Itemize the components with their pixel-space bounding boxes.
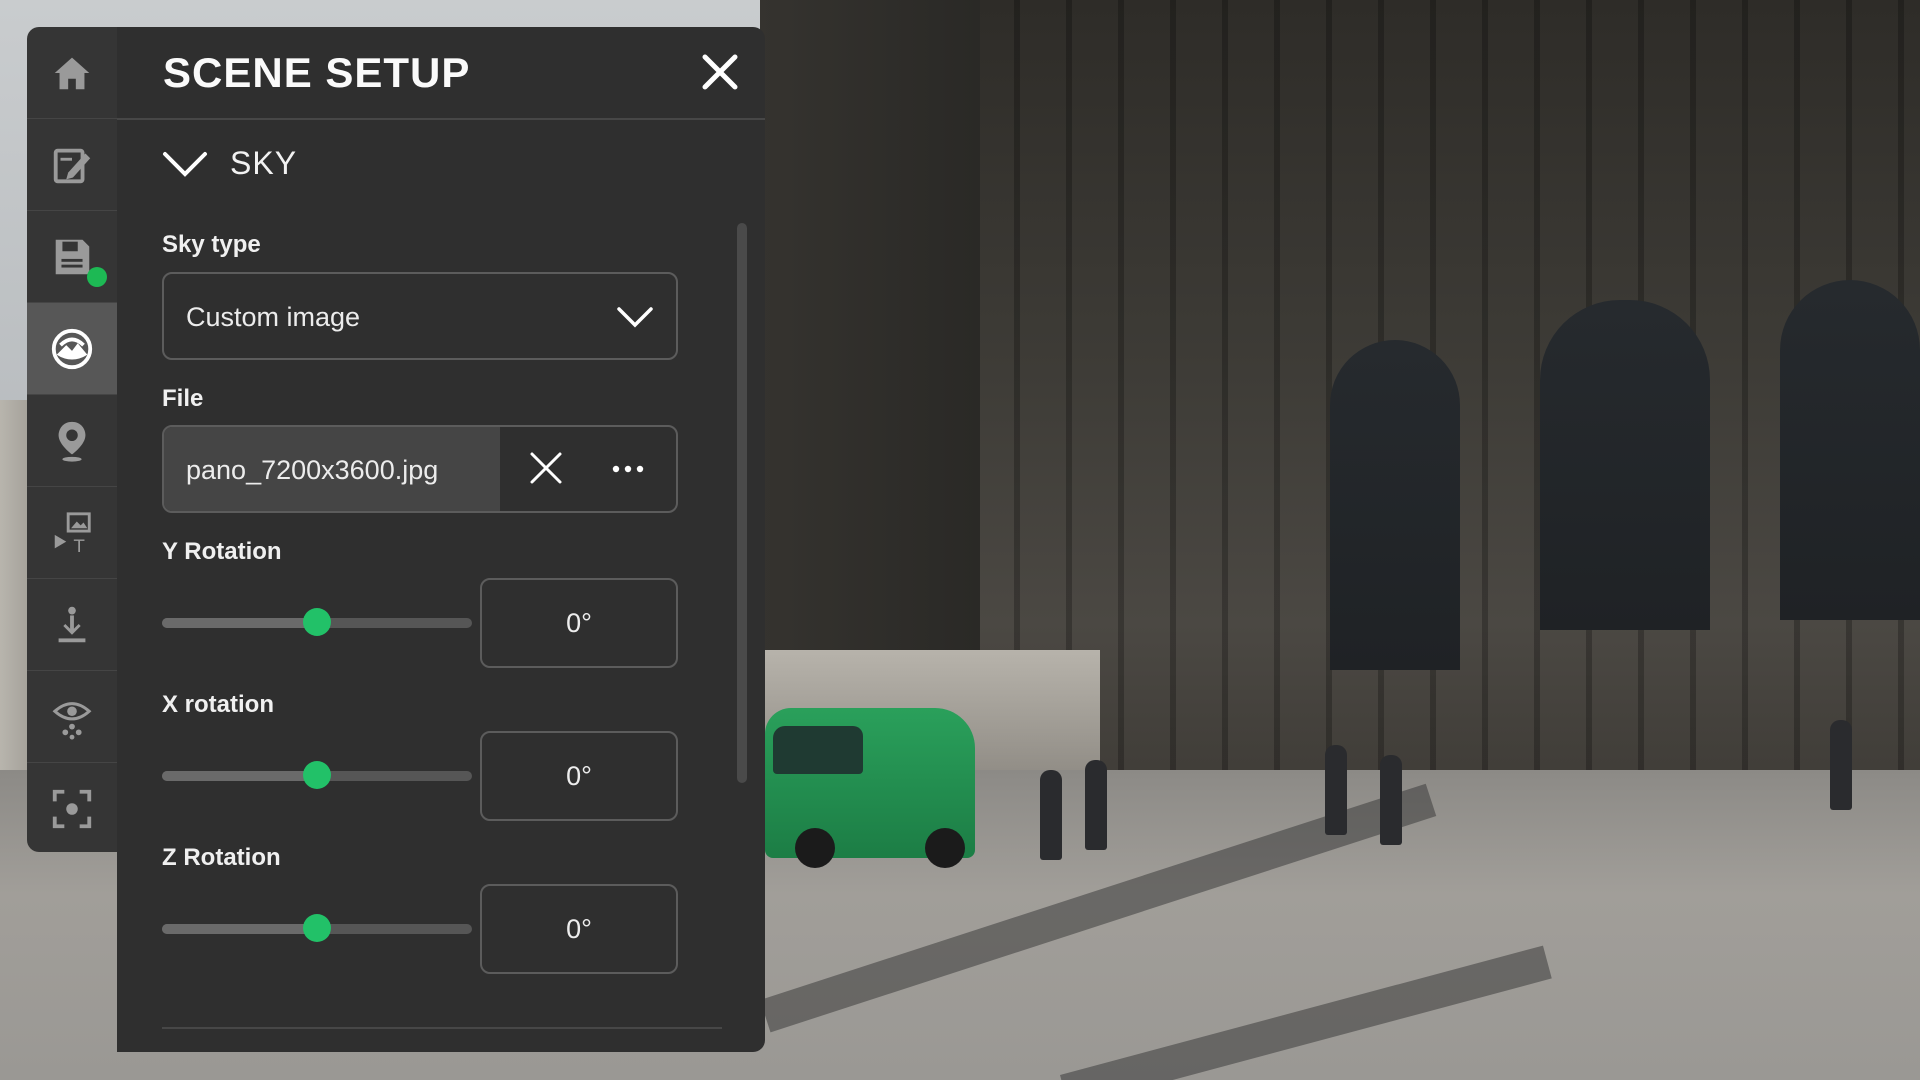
rail-item-focus[interactable] [27,763,117,852]
edit-icon [53,148,91,183]
y-rotation-slider-thumb[interactable] [303,608,331,636]
sidebar-rail: T [27,27,117,852]
rail-item-view[interactable] [27,671,117,763]
y-rotation-label: Y Rotation [162,538,282,565]
rail-item-save[interactable] [27,211,117,303]
z-rotation-label: Z Rotation [162,844,281,871]
rail-item-ground[interactable] [27,579,117,671]
rail-item-home[interactable] [27,27,117,119]
file-label: File [162,385,204,412]
pedestrian [1830,720,1852,810]
z-rotation-slider-thumb[interactable] [303,914,331,942]
y-rotation-input[interactable]: 0° [480,578,678,668]
panel-header: SCENE SETUP [117,27,765,120]
x-rotation-input[interactable]: 0° [480,731,678,821]
scene-setup-panel: SCENE SETUP SKY Sky type Custom image Fi… [117,27,765,1052]
x-rotation-slider[interactable] [162,761,472,789]
rail-item-location[interactable] [27,395,117,487]
y-rotation-slider[interactable] [162,608,472,636]
pedestrian [1085,760,1107,850]
media-text-icon: T [54,511,91,556]
x-rotation-slider-thumb[interactable] [303,761,331,789]
chevron-down-icon [163,151,207,177]
rail-item-media[interactable]: T [27,487,117,579]
save-status-dot [87,267,107,287]
green-van [765,708,975,868]
sky-icon [51,328,93,369]
pedestrian [1380,755,1402,845]
panel-title: SCENE SETUP [163,49,471,96]
z-rotation-slider[interactable] [162,914,472,942]
z-rotation-input[interactable]: 0° [480,884,678,974]
section-divider [162,1027,722,1029]
cathedral-tower [760,0,980,700]
sky-type-select[interactable]: Custom image [162,272,678,360]
ground-icon [58,606,86,642]
focus-icon [52,789,92,828]
more-options-icon[interactable] [610,451,646,487]
map-pin-icon [58,421,86,462]
cathedral-window [1540,300,1710,630]
rail-item-edit[interactable] [27,119,117,211]
cathedral-window [1780,280,1920,620]
file-field: pano_7200x3600.jpg [162,425,678,513]
close-icon [702,54,738,90]
cathedral-window [1330,340,1460,670]
chevron-down-icon [617,307,653,328]
panel-scrollbar[interactable] [737,223,747,783]
file-name-field[interactable]: pano_7200x3600.jpg [164,427,500,511]
sky-type-label: Sky type [162,231,261,258]
section-title: SKY [230,145,298,181]
view-icon [52,701,92,740]
home-icon [54,57,90,89]
pedestrian [1040,770,1062,860]
svg-text:T: T [73,537,85,556]
rail-item-sky[interactable] [27,303,117,395]
x-rotation-label: X rotation [162,691,274,718]
sky-type-value: Custom image [186,302,361,332]
pedestrian [1325,745,1347,835]
sky-section-toggle[interactable]: SKY [162,145,297,182]
clear-file-icon[interactable] [527,449,565,487]
file-name-value: pano_7200x3600.jpg [186,455,439,485]
close-button[interactable] [697,49,743,95]
